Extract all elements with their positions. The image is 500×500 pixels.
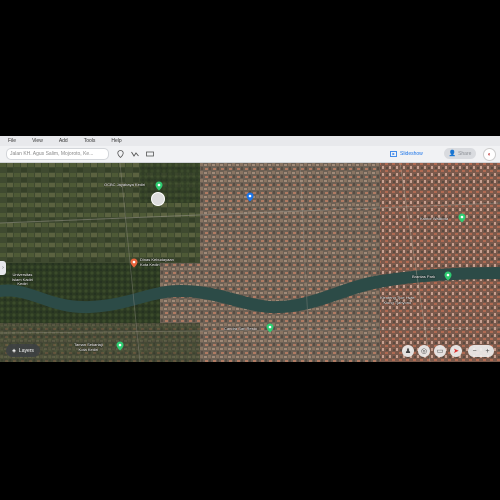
my-location-icon[interactable]: ◎ <box>418 345 430 357</box>
map-label-unisk[interactable]: Universitas Islam Kadiri Kediri <box>12 272 33 287</box>
map-label-east[interactable]: Kantor Walikota <box>420 216 448 222</box>
share-button[interactable]: 👤 Share <box>444 148 476 159</box>
map-pin-brantas[interactable] <box>444 271 452 281</box>
street-view-thumbnail[interactable] <box>151 192 165 206</box>
map-label-candra[interactable]: Candra Sari Resto <box>224 326 257 332</box>
map-label-klenteng[interactable]: Klenteng Tjoe Hwie Kiong Tjahyono <box>380 295 415 305</box>
map-label-ocbc[interactable]: OCBC Jayabaya Kediri <box>104 182 145 188</box>
zoom-control[interactable]: − + <box>468 345 494 357</box>
slideshow-button[interactable]: Slideshow <box>390 149 423 159</box>
slideshow-label: Slideshow <box>400 151 423 157</box>
menu-tools[interactable]: Tools <box>84 138 96 144</box>
map-pin-candra[interactable] <box>266 323 274 333</box>
menu-add[interactable]: Add <box>59 138 68 144</box>
slideshow-icon <box>390 151 397 157</box>
measure-icon[interactable] <box>146 150 154 158</box>
view-3d-icon[interactable]: ▭ <box>434 345 446 357</box>
map-label-dinas[interactable]: Dinas Kebudayaan Kota Kediri <box>140 257 174 267</box>
zoom-out-button[interactable]: − <box>472 348 476 355</box>
avatar[interactable]: ◐ <box>483 148 496 161</box>
search-input[interactable]: Jalan KH. Agus Salim, Mojoroto, Ke... <box>6 148 109 160</box>
layers-icon: ◈ <box>12 347 16 354</box>
map-pin-dinas[interactable] <box>130 258 138 268</box>
toolbar: Jalan KH. Agus Salim, Mojoroto, Ke... Sl… <box>0 146 500 163</box>
pegman-icon[interactable]: ♟ <box>402 345 414 357</box>
map-pin-ocbc[interactable] <box>155 181 163 191</box>
map-pin-east[interactable] <box>458 213 466 223</box>
map-window: File View Add Tools Help Jalan KH. Agus … <box>0 136 500 362</box>
zoom-in-button[interactable]: + <box>485 348 489 355</box>
side-panel-toggle[interactable]: › <box>0 261 6 275</box>
map-label-pondok[interactable]: Taman Sekartaji Kota Kediri <box>74 342 103 352</box>
menu-bar: File View Add Tools Help <box>0 136 500 146</box>
menu-view[interactable]: View <box>32 138 43 144</box>
menu-help[interactable]: Help <box>111 138 121 144</box>
avatar-icon: ◐ <box>487 151 492 158</box>
place-pin-icon[interactable] <box>116 150 124 158</box>
person-add-icon: 👤 <box>448 151 457 157</box>
chevron-right-icon: › <box>2 265 4 271</box>
share-label: Share <box>458 150 472 157</box>
menu-file[interactable]: File <box>8 138 16 144</box>
layers-button[interactable]: ◈ Layers <box>6 344 40 357</box>
map-label-brantas[interactable]: Brantas Park <box>412 274 435 280</box>
search-text: Jalan KH. Agus Salim, Mojoroto, Ke... <box>10 151 94 157</box>
map-pin-selected[interactable] <box>246 192 254 202</box>
layers-label: Layers <box>18 347 34 354</box>
satellite-map[interactable]: OCBC Jayabaya Kediri Dinas Kebudayaan Ko… <box>0 162 500 362</box>
path-icon[interactable] <box>131 150 139 158</box>
map-pin-pondok[interactable] <box>116 341 124 351</box>
compass-icon[interactable]: ➤ <box>450 345 462 357</box>
